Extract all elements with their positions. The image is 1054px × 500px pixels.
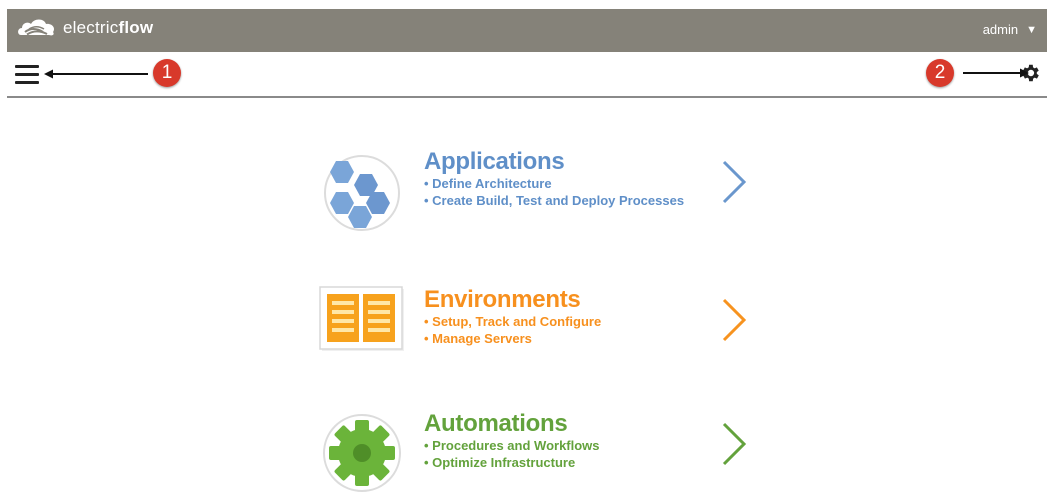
top-header-bar: electricflow admin ▼ (7, 9, 1047, 52)
card-title: Automations (424, 410, 568, 437)
callout-arrow-left (44, 69, 148, 79)
annotation-badge-1: 1 (153, 59, 181, 87)
server-racks-icon (319, 286, 404, 351)
card-bullet: • Create Build, Test and Deploy Processe… (424, 193, 685, 208)
chevron-right-icon[interactable] (720, 298, 748, 342)
card-bullet: • Setup, Track and Configure (424, 314, 602, 329)
hamburger-line (15, 73, 39, 76)
environments-card[interactable]: Environments • Setup, Track and Configur… (318, 286, 778, 376)
hamburger-line (15, 65, 39, 68)
card-bullet: • Define Architecture (424, 176, 552, 191)
hamburger-menu-button[interactable] (15, 65, 39, 85)
user-name: admin (982, 22, 1019, 37)
card-bullet: • Manage Servers (424, 331, 532, 346)
hexagons-icon (324, 155, 400, 231)
card-bullet: • Optimize Infrastructure (424, 455, 576, 470)
user-menu[interactable]: admin ▼ (983, 22, 1037, 37)
callout-arrow-right (963, 68, 1029, 78)
cloud-logo-icon (18, 19, 55, 36)
annotation-badge-2: 2 (926, 59, 954, 87)
applications-card[interactable]: Applications • Define Architecture • Cre… (318, 148, 778, 238)
card-title: Applications (424, 148, 565, 175)
electricflow-logo[interactable]: electricflow (17, 17, 153, 39)
chevron-right-icon[interactable] (720, 160, 748, 204)
green-gear-icon (323, 414, 401, 492)
chevron-right-icon[interactable] (720, 422, 748, 466)
logo-text: electricflow (63, 18, 154, 37)
card-bullet: • Procedures and Workflows (424, 438, 600, 453)
chevron-down-icon: ▼ (1026, 23, 1037, 36)
automations-card[interactable]: Automations • Procedures and Workflows •… (318, 410, 778, 500)
card-title: Environments (424, 286, 581, 313)
hamburger-line (15, 81, 39, 84)
